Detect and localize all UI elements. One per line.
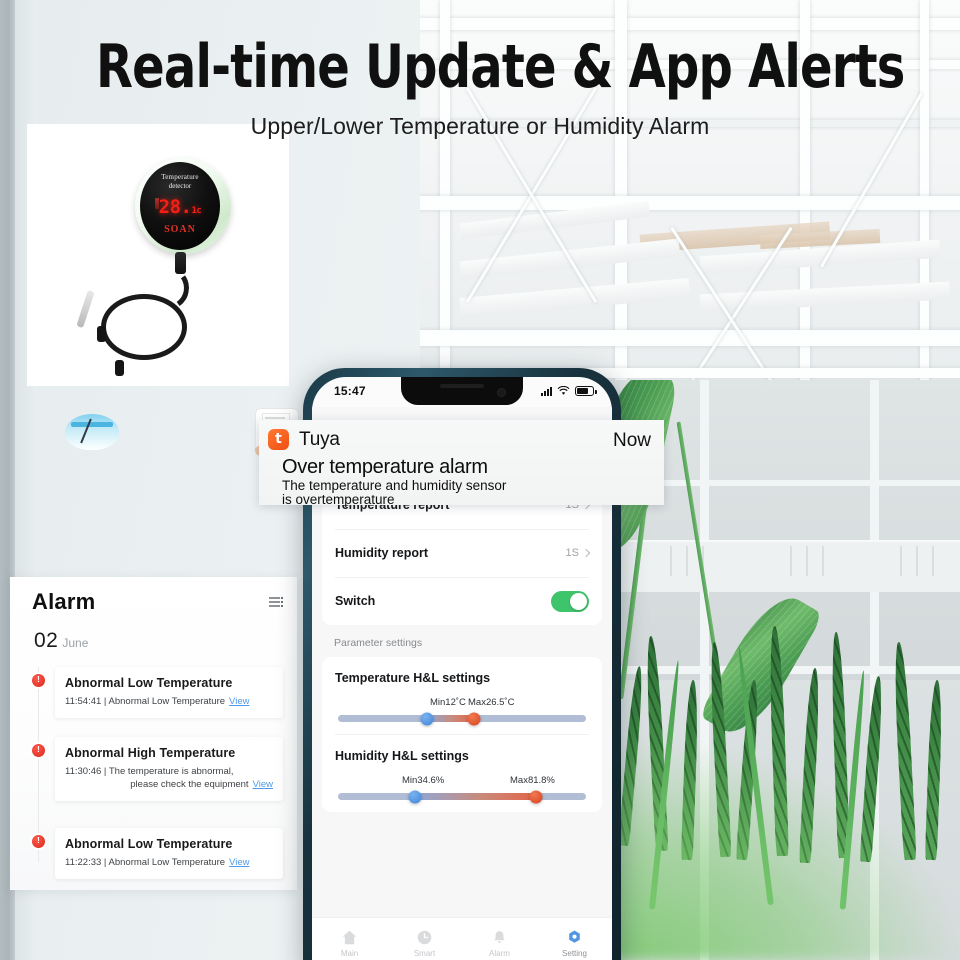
- wifi-icon: [557, 386, 570, 395]
- tab-smart[interactable]: Smart: [387, 918, 462, 960]
- notification-title: Over temperature alarm: [282, 456, 488, 478]
- device-brand: SOAN: [164, 224, 196, 235]
- device-label-line1: Temperature: [161, 173, 199, 181]
- tab-label: Main: [340, 948, 359, 958]
- notification-body-line2: is overtemperature: [282, 492, 395, 507]
- alarm-item-detail: 11:22:33 | Abnormal Low Temperature View: [65, 857, 250, 868]
- alarm-date-day: 02: [34, 629, 59, 652]
- ice-water-thumbnail: [65, 414, 119, 450]
- slider-title: Temperature H&L settings: [335, 671, 491, 685]
- tab-label: Smart: [413, 948, 436, 958]
- status-time: 15:47: [334, 384, 366, 398]
- temp-min-label: Min12˚C: [430, 697, 466, 708]
- alarm-severity-dot: [32, 834, 45, 848]
- humidity-hl-block: Humidity H&L settings Min34.6% Max81.8%: [322, 735, 602, 812]
- tab-label: Alarm: [489, 948, 510, 958]
- home-icon: [342, 930, 357, 944]
- poster-canvas: Real-time Update & App Alerts Upper/Lowe…: [0, 0, 960, 960]
- cable-tie: [97, 326, 106, 342]
- alarm-list-item[interactable]: Abnormal Low Temperature 11:22:33 | Abno…: [55, 828, 283, 879]
- device-display: Temperature detector 28.1c SOAN: [140, 162, 220, 250]
- alarm-item-detail: 11:30:46 | The temperature is abnormal, p…: [65, 766, 273, 790]
- slider-title: Humidity H&L settings: [335, 749, 469, 763]
- alarm-date-group: 02 June: [34, 629, 88, 653]
- parameter-settings-card: Temperature H&L settings Min12˚C Max26.5…: [322, 657, 602, 812]
- humidity-range-slider[interactable]: [338, 790, 586, 803]
- humidity-min-handle[interactable]: [408, 790, 422, 803]
- humidity-max-label: Max81.8%: [510, 775, 555, 786]
- temp-max-label: Max26.5˚C: [468, 697, 515, 708]
- alarm-item-detail: 11:54:41 | Abnormal Low Temperature View: [65, 696, 250, 707]
- notification-body-line1: The temperature and humidity sensor: [282, 478, 507, 493]
- device-reading: 28.1c: [158, 196, 202, 218]
- tuya-app-icon: t: [268, 429, 289, 450]
- alarm-list-item[interactable]: Abnormal Low Temperature 11:54:41 | Abno…: [55, 667, 283, 718]
- bell-icon: [494, 930, 505, 943]
- tab-alarm[interactable]: Alarm: [462, 918, 537, 960]
- temp-min-handle[interactable]: [420, 712, 434, 725]
- row-label: Switch: [335, 594, 376, 608]
- status-indicators: [541, 386, 597, 396]
- humidity-max-handle[interactable]: [529, 790, 543, 803]
- switch-toggle[interactable]: [551, 590, 589, 612]
- tuya-logo-letter: t: [275, 431, 282, 447]
- alarm-list-panel: Alarm 02June Abnormal Low Temperature 11…: [10, 577, 297, 890]
- row-switch[interactable]: Switch: [322, 577, 602, 625]
- chevron-right-icon: [581, 548, 591, 558]
- product-photo-card: Temperature detector 28.1c SOAN: [27, 124, 299, 456]
- front-camera-icon: [498, 389, 505, 396]
- tab-main[interactable]: Main: [312, 918, 387, 960]
- row-humidity-report[interactable]: Humidity report 1S: [322, 529, 602, 577]
- app-tab-bar: Main Smart Alarm Setting: [312, 917, 612, 960]
- temp-max-handle[interactable]: [467, 712, 481, 725]
- alarm-list-item[interactable]: Abnormal High Temperature 11:30:46 | The…: [55, 737, 283, 801]
- row-value: 1S: [566, 547, 591, 559]
- page-subtitle: Upper/Lower Temperature or Humidity Alar…: [250, 113, 710, 139]
- temperature-range-slider[interactable]: [338, 712, 586, 725]
- alarm-view-link[interactable]: View: [229, 857, 249, 868]
- alarm-severity-dot: [32, 743, 45, 757]
- temperature-detector-device: Temperature detector 28.1c SOAN: [135, 158, 231, 254]
- alarm-date-month: June: [62, 636, 89, 650]
- alarm-view-link[interactable]: View: [229, 696, 249, 707]
- alarm-view-link[interactable]: View: [253, 779, 273, 790]
- alarm-item-title: Abnormal High Temperature: [65, 746, 236, 760]
- parameter-settings-header: Parameter settings: [334, 637, 423, 649]
- humidity-range-labels: Min34.6% Max81.8%: [322, 775, 602, 791]
- temperature-hl-block: Temperature H&L settings Min12˚C Max26.5…: [322, 657, 602, 734]
- page-title: Real-time Update & App Alerts: [96, 32, 905, 102]
- push-notification-banner[interactable]: t Tuya Now Over temperature alarm The te…: [259, 420, 664, 507]
- list-filter-icon[interactable]: [269, 597, 283, 608]
- clock-icon: [417, 930, 432, 944]
- tab-label: Setting: [562, 948, 587, 958]
- cable-tie-2: [115, 360, 124, 376]
- cellular-signal-icon: [541, 386, 552, 396]
- notification-timestamp: Now: [612, 430, 651, 451]
- notification-app-name: Tuya: [299, 429, 340, 450]
- device-label-line2: detector: [168, 182, 192, 190]
- alarm-timeline: [38, 667, 39, 862]
- gear-icon: [569, 930, 580, 943]
- temperature-probe: [76, 289, 95, 329]
- phone-notch: [401, 377, 523, 405]
- battery-icon: [575, 386, 597, 396]
- alarm-item-title: Abnormal Low Temperature: [65, 837, 233, 851]
- tab-setting[interactable]: Setting: [537, 918, 612, 960]
- humidity-min-label: Min34.6%: [402, 775, 445, 786]
- alarm-item-title: Abnormal Low Temperature: [65, 676, 233, 690]
- notification-body: The temperature and humidity sensor is o…: [282, 479, 506, 507]
- temperature-range-labels: Min12˚C Max26.5˚C: [322, 697, 602, 713]
- alarm-panel-title: Alarm: [32, 589, 96, 614]
- alarm-severity-dot: [32, 673, 45, 687]
- row-label: Humidity report: [335, 546, 429, 560]
